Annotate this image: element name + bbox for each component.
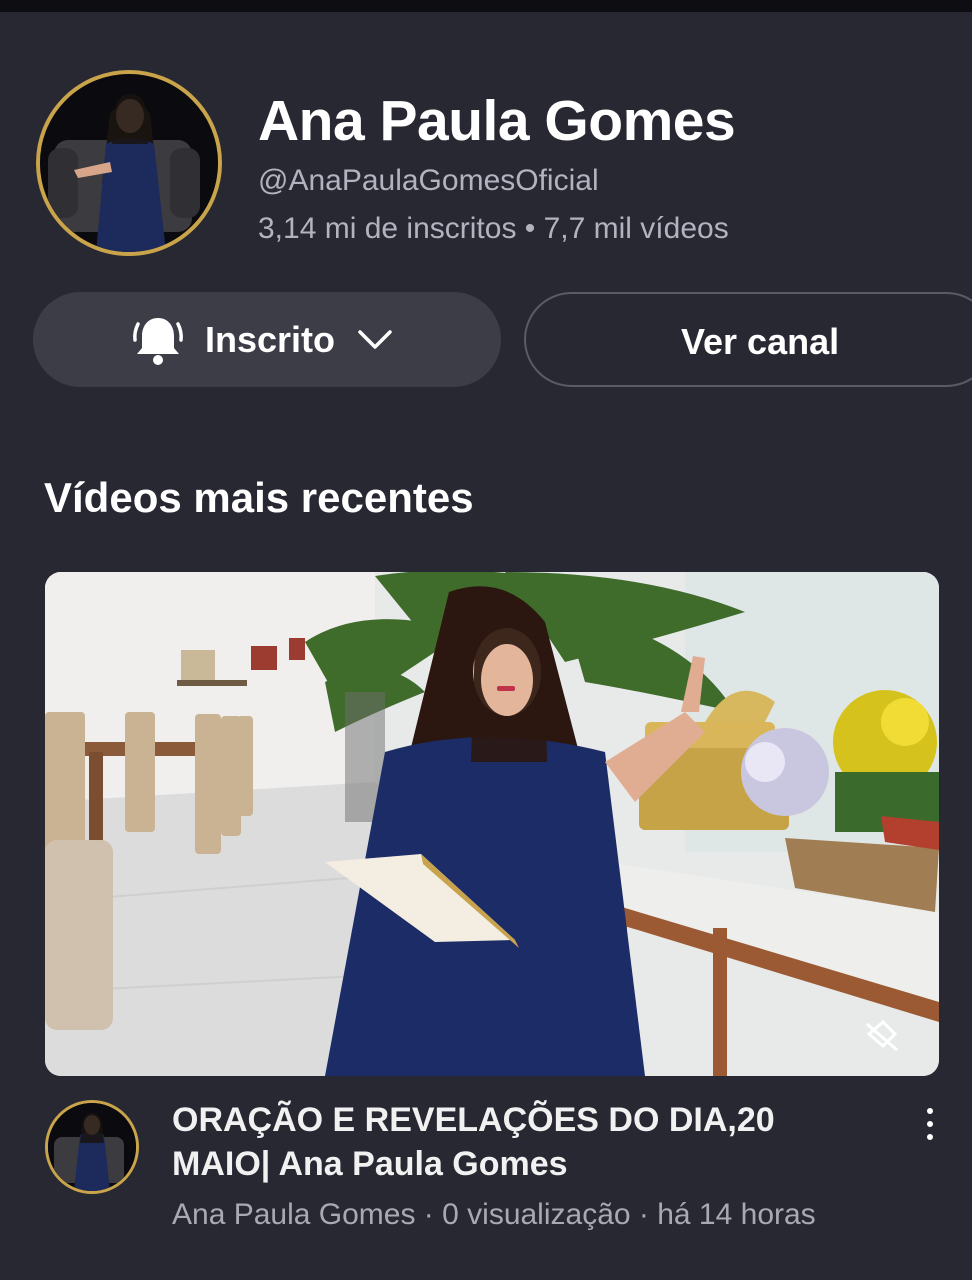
channel-stats: 3,14 mi de inscritos • 7,7 mil vídeos bbox=[258, 212, 729, 245]
section-title: Vídeos mais recentes bbox=[44, 474, 474, 521]
avatar-image bbox=[40, 74, 218, 252]
chevron-down-icon bbox=[358, 330, 392, 349]
status-bar bbox=[0, 0, 972, 12]
channel-handle: @AnaPaulaGomesOficial bbox=[258, 164, 599, 197]
video-thumbnail[interactable] bbox=[45, 572, 939, 1076]
more-vert-icon[interactable] bbox=[912, 1104, 948, 1144]
thumbnail-image bbox=[45, 572, 939, 1076]
video-meta: Ana Paula Gomes · 0 visualização · há 14… bbox=[172, 1198, 816, 1231]
subscribed-button[interactable]: Inscrito bbox=[33, 292, 501, 387]
channel-name: Ana Paula Gomes bbox=[258, 89, 736, 153]
video-channel-avatar[interactable] bbox=[45, 1100, 139, 1194]
video-title[interactable]: ORAÇÃO E REVELAÇÕES DO DIA,20 MAIO| Ana … bbox=[172, 1098, 882, 1186]
view-channel-button[interactable]: Ver canal bbox=[524, 292, 972, 387]
subscribed-label: Inscrito bbox=[205, 319, 336, 360]
bell-icon bbox=[133, 318, 183, 365]
avatar-image bbox=[48, 1103, 136, 1191]
channel-avatar[interactable] bbox=[36, 70, 222, 256]
view-channel-label: Ver canal bbox=[681, 321, 840, 362]
